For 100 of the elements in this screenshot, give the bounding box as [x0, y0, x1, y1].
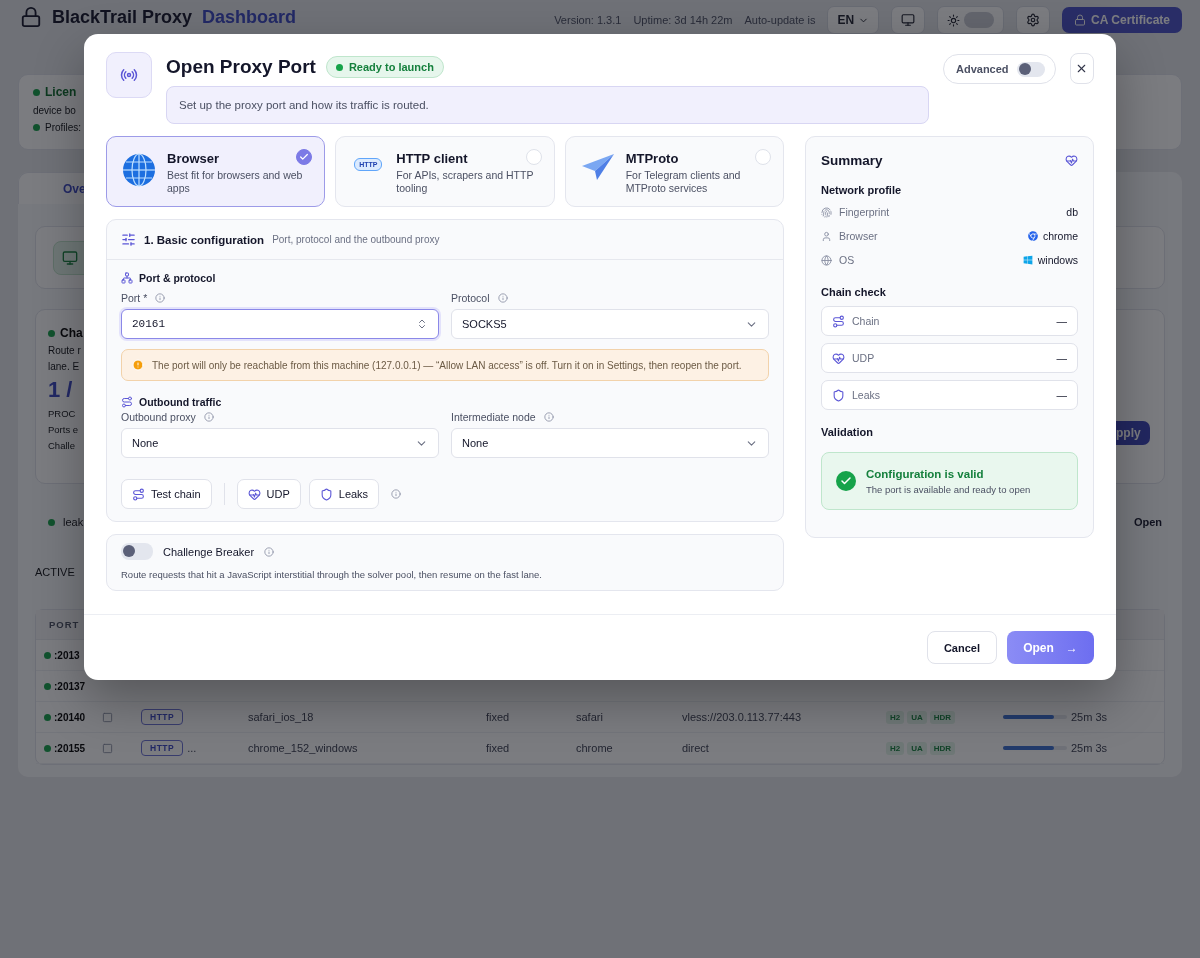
open-button[interactable]: Open →: [1007, 631, 1094, 664]
license-label: Licen: [45, 85, 77, 99]
count-caption: PROC: [48, 408, 76, 419]
heart-pulse-icon: [832, 351, 845, 365]
dialog-title: Open Proxy Port: [166, 56, 316, 78]
profile-value: db: [1066, 206, 1078, 218]
network-icon: [121, 272, 133, 284]
open-link[interactable]: Open: [1133, 516, 1162, 528]
mode-description: For APIs, scrapers and HTTP tooling: [396, 169, 535, 195]
check-value: —: [1056, 352, 1067, 364]
flag-tag: H2: [886, 741, 905, 755]
check-button[interactable]: Test chain: [121, 479, 212, 509]
summary-heading: Validation: [821, 426, 874, 438]
radio-indicator: [296, 149, 313, 165]
intermediate-node-select[interactable]: None: [451, 428, 769, 458]
check-button[interactable]: Leaks: [308, 479, 380, 509]
language-select[interactable]: EN: [827, 6, 880, 34]
flag-tag: HDR: [929, 710, 956, 724]
warning-text: The port will only be reachable from this machine (127.0.0.1) — “Allow LAN access” is off. Turn it on in Settings, then reopen the port.: [152, 359, 742, 371]
flag-tag: H2: [886, 710, 905, 724]
field-label: Intermediate node: [451, 411, 536, 423]
browser-cell-text: safari: [576, 711, 604, 723]
mode-title: Browser: [167, 151, 220, 166]
count-value: 1 /: [48, 377, 73, 403]
version-label: Version: 1.3.1: [554, 14, 622, 26]
validation-title: Configuration is valid: [866, 467, 985, 480]
settings-button[interactable]: [1016, 6, 1051, 34]
card-text: Route r: [48, 345, 81, 356]
shield-icon: [319, 487, 333, 501]
profile-cell-text: safari_ios_18: [248, 711, 315, 723]
lock-icon: [20, 6, 42, 28]
theme-toggle[interactable]: [937, 6, 1005, 34]
card-text: Challe: [48, 440, 75, 451]
port-input[interactable]: 20161: [121, 309, 439, 339]
check-button[interactable]: UDP: [236, 479, 301, 509]
card-text: lane. E: [48, 361, 80, 372]
checkbox[interactable]: [102, 742, 113, 754]
section-title: 1. Basic configuration: [144, 233, 265, 246]
profile-label: OS: [839, 254, 855, 266]
device-text: device bo: [33, 105, 76, 116]
leaks-label: leak: [63, 516, 84, 528]
summary-heading: Network profile: [821, 184, 903, 196]
stepper-icon[interactable]: [416, 318, 428, 330]
challenge-breaker-description: Route requests that hit a JavaScript interstitial through the solver pool, then resume on the fast lane.: [121, 569, 543, 580]
time-cell-text: 25m 3s: [1071, 742, 1109, 754]
radio-indicator: [525, 149, 542, 165]
monitor-button[interactable]: [891, 6, 926, 34]
close-button[interactable]: [1069, 53, 1094, 84]
mode-description: Best fit for browsers and web apps: [167, 169, 304, 195]
info-icon: [543, 412, 554, 422]
mode-description: For Telegram clients and MTProto services: [625, 169, 742, 195]
mode-cell-text: fixed: [486, 711, 511, 723]
upstream-cell-text: vless://203.0.113.77:443: [682, 711, 803, 723]
profile-value: chrome: [1043, 230, 1078, 242]
protocol-tag: HTTP: [141, 740, 184, 756]
mode-option[interactable]: MTProto For Telegram clients and MTProto services: [564, 136, 784, 207]
check-circle-icon: [836, 471, 856, 491]
status-dot: [48, 329, 55, 337]
mode-option[interactable]: Browser Best fit for browsers and web apps: [106, 136, 326, 207]
status-dot: [33, 124, 40, 131]
status-dot: [48, 518, 55, 526]
profile-label: Browser: [839, 230, 878, 242]
card-text: Ports e: [48, 424, 79, 435]
info-icon: [264, 546, 275, 557]
uptime-label: Uptime: 3d 14h 22m: [633, 14, 733, 26]
card-title: Cha: [60, 326, 83, 340]
info-icon: [391, 489, 402, 499]
flag-tag: HDR: [929, 741, 956, 755]
status-dot: [33, 88, 40, 96]
check-value: —: [1056, 315, 1067, 327]
mode-title: HTTP client: [396, 151, 468, 166]
section-subtitle: Port, protocol and the outbound proxy: [272, 234, 440, 245]
section-heading: ACTIVE: [35, 566, 75, 578]
info-icon: [155, 293, 166, 303]
heart-pulse-icon: [1065, 154, 1078, 167]
column-header: PORT: [49, 619, 80, 630]
field-label: Protocol: [451, 292, 490, 304]
app-title: BlackTrail Proxy: [52, 6, 193, 28]
upstream-cell-text: direct: [682, 742, 710, 754]
sliders-icon: [121, 232, 136, 247]
radio-indicator: [755, 149, 771, 165]
profile-label: Fingerprint: [839, 206, 890, 218]
field-label: Port *: [121, 292, 148, 304]
info-icon: [203, 412, 214, 422]
protocol-select[interactable]: SOCKS5: [451, 309, 769, 339]
outbound-proxy-select[interactable]: None: [121, 428, 439, 458]
paper-plane-icon: [580, 153, 615, 181]
chrome-icon: [1028, 231, 1038, 241]
shield-icon: [832, 388, 845, 402]
monitor-icon: [62, 249, 78, 266]
challenge-breaker-switch[interactable]: [121, 543, 153, 560]
route-icon: [832, 314, 845, 328]
summary-heading: Chain check: [821, 286, 887, 298]
checkbox[interactable]: [102, 711, 113, 723]
warning-icon: [132, 359, 144, 371]
fingerprint-icon: [821, 206, 832, 218]
cancel-button[interactable]: Cancel: [926, 631, 997, 664]
port-cell: :20140: [44, 711, 102, 723]
mode-title: MTProto: [625, 151, 679, 166]
flag-tag: UA: [907, 741, 927, 755]
